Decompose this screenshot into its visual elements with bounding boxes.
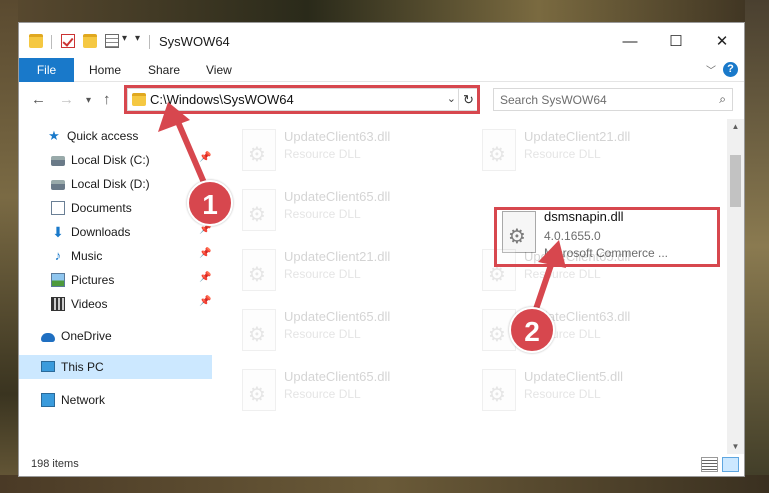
annotation-arrow-2: [532, 240, 566, 315]
step-1-badge: 1: [187, 180, 233, 226]
arrow-1-head: [158, 102, 190, 132]
step-2-badge: 2: [509, 307, 555, 353]
arrow-2-head: [538, 240, 566, 268]
arrow-2-shaft: [532, 259, 555, 315]
annotation-arrow-1: [158, 102, 211, 195]
annotation-layer: [158, 102, 566, 315]
